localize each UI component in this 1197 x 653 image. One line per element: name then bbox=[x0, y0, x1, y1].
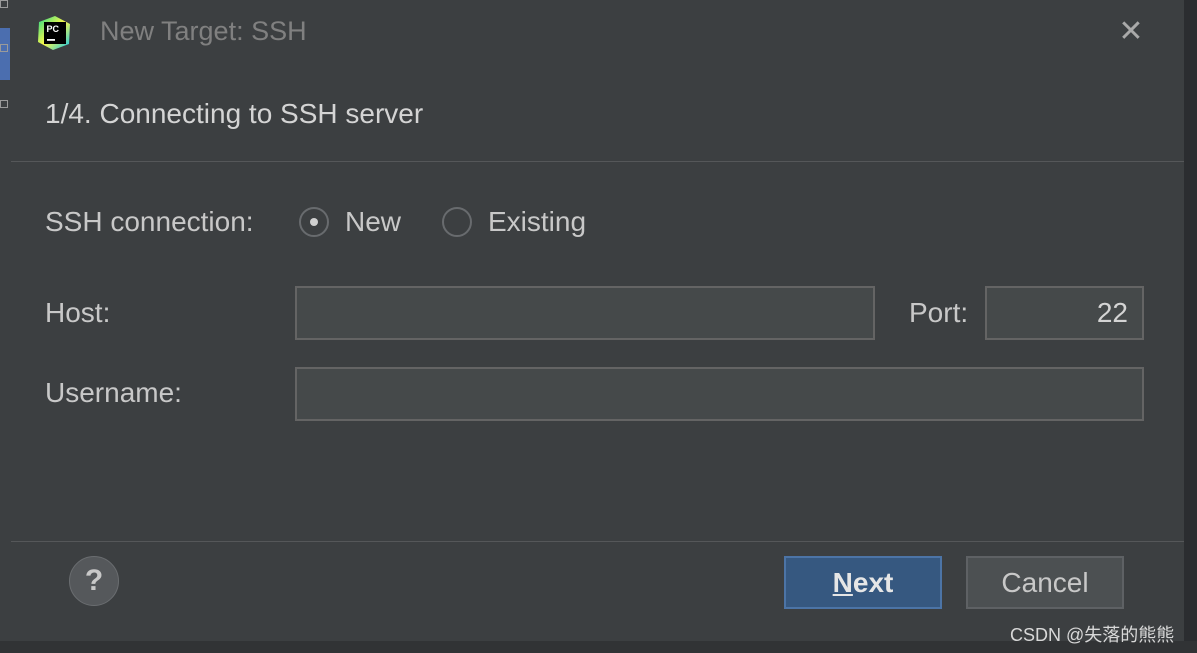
pycharm-app-icon: PC bbox=[38, 16, 70, 50]
radio-existing-label[interactable]: Existing bbox=[488, 206, 586, 238]
username-label: Username: bbox=[45, 377, 182, 408]
radio-existing[interactable] bbox=[442, 207, 472, 237]
cancel-button[interactable]: Cancel bbox=[966, 556, 1124, 609]
next-label: ext bbox=[852, 567, 894, 598]
host-input[interactable] bbox=[295, 286, 875, 340]
ssh-connection-label: SSH connection: bbox=[45, 206, 254, 237]
tool-window-icon bbox=[0, 44, 8, 52]
help-button[interactable]: ? bbox=[69, 556, 119, 606]
host-label: Host: bbox=[45, 297, 111, 328]
new-target-ssh-dialog: PC New Target: SSH ✕ 1/4. Connecting to … bbox=[11, 0, 1184, 641]
username-input[interactable] bbox=[295, 367, 1144, 421]
svg-text:PC: PC bbox=[47, 24, 60, 34]
radio-new[interactable] bbox=[299, 207, 329, 237]
footer-divider bbox=[11, 541, 1184, 542]
ide-selection-highlight bbox=[0, 28, 10, 80]
csdn-watermark: CSDN @失落的熊熊 bbox=[1010, 625, 1175, 645]
port-label: Port: bbox=[909, 297, 969, 328]
close-icon[interactable]: ✕ bbox=[1118, 17, 1144, 47]
next-mnemonic: N bbox=[832, 567, 853, 598]
port-input[interactable] bbox=[985, 286, 1144, 340]
window-title: New Target: SSH bbox=[100, 16, 307, 46]
next-button[interactable]: Next bbox=[784, 556, 942, 609]
tool-window-icon bbox=[0, 100, 8, 108]
radio-new-label[interactable]: New bbox=[345, 206, 401, 238]
tool-window-icon bbox=[0, 0, 8, 8]
header-divider bbox=[11, 161, 1184, 162]
step-title: 1/4. Connecting to SSH server bbox=[45, 98, 424, 129]
title-bar: PC New Target: SSH ✕ bbox=[11, 0, 1184, 68]
